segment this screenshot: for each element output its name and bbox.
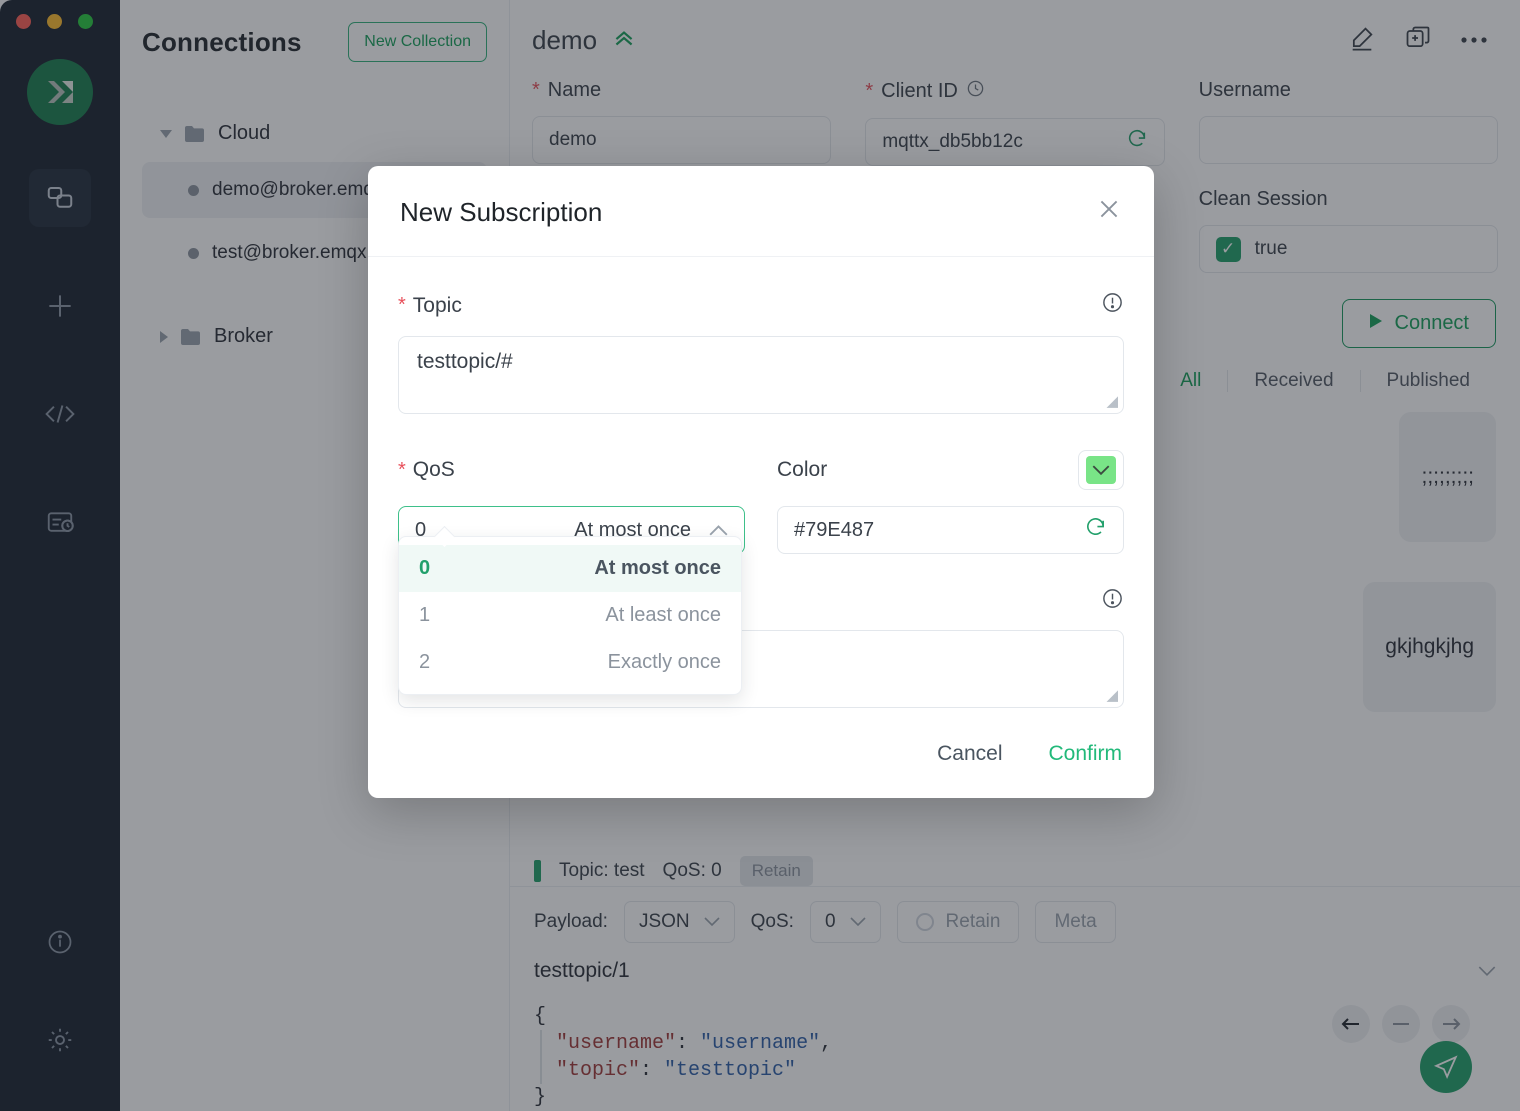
topic-label-row: * Topic <box>398 291 1124 320</box>
qos-option-2[interactable]: 2 Exactly once <box>399 639 741 686</box>
resize-handle[interactable]: ◢ <box>1106 686 1118 704</box>
close-icon[interactable] <box>1096 196 1122 228</box>
refresh-icon[interactable] <box>1084 516 1107 545</box>
qos-option-desc: At most once <box>539 557 721 580</box>
color-input-value: #79E487 <box>794 519 1084 542</box>
required-marker: * <box>398 294 406 317</box>
topic-label: Topic <box>413 294 462 318</box>
new-subscription-dialog: New Subscription * Topic testtopic/# ◢ <box>368 166 1154 798</box>
color-swatch <box>1086 456 1116 484</box>
qos-color-row: * QoS 0 At most once 0 At most once <box>398 450 1124 554</box>
qos-option-value: 1 <box>419 604 539 627</box>
color-swatch-button[interactable] <box>1078 450 1124 490</box>
color-label: Color <box>777 458 827 482</box>
required-marker: * <box>398 459 406 482</box>
dialog-footer: Cancel Confirm <box>368 708 1154 798</box>
qos-label: QoS <box>413 458 455 482</box>
app-window: Connections New Collection Cloud demo@br… <box>0 0 1520 1111</box>
qos-label-row: * QoS <box>398 450 745 490</box>
dialog-body: * Topic testtopic/# ◢ * QoS 0 <box>368 257 1154 708</box>
qos-option-0[interactable]: 0 At most once <box>399 545 741 592</box>
qos-column: * QoS 0 At most once 0 At most once <box>398 450 745 554</box>
color-column: Color #79E487 <box>777 450 1124 554</box>
qos-dropdown-menu[interactable]: 0 At most once 1 At least once 2 Exactly… <box>398 536 742 695</box>
color-input[interactable]: #79E487 <box>777 506 1124 554</box>
qos-option-value: 2 <box>419 651 539 674</box>
dialog-title: New Subscription <box>400 197 602 228</box>
resize-handle[interactable]: ◢ <box>1106 392 1118 410</box>
info-circle-icon[interactable] <box>1101 291 1124 320</box>
cancel-button[interactable]: Cancel <box>937 742 1002 766</box>
confirm-button[interactable]: Confirm <box>1048 742 1122 766</box>
info-circle-icon[interactable] <box>1101 587 1124 615</box>
color-label-row: Color <box>777 450 1124 490</box>
topic-input-value: testtopic/# <box>417 350 513 373</box>
qos-option-desc: Exactly once <box>539 651 721 674</box>
topic-input[interactable]: testtopic/# ◢ <box>398 336 1124 414</box>
qos-option-1[interactable]: 1 At least once <box>399 592 741 639</box>
dialog-header: New Subscription <box>368 166 1154 257</box>
qos-option-value: 0 <box>419 557 539 580</box>
qos-option-desc: At least once <box>539 604 721 627</box>
